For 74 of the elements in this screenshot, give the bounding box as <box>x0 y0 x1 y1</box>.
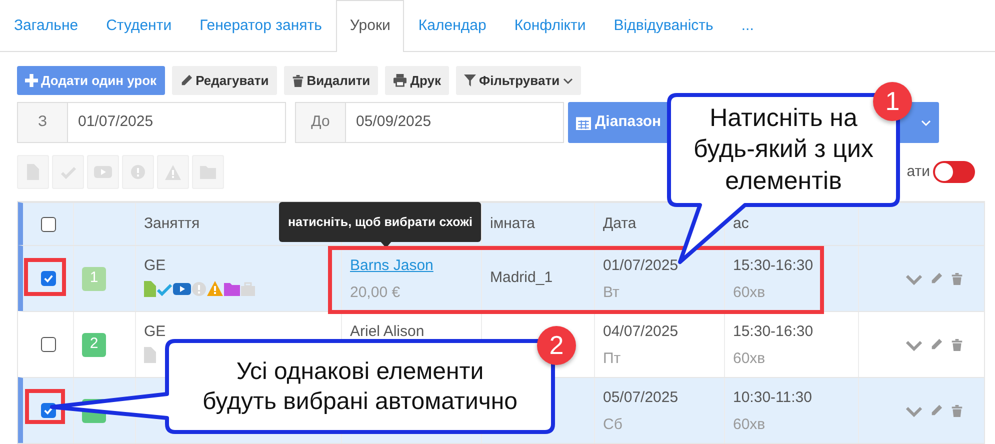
end-date-field[interactable]: До 05/09/2025 <box>295 102 564 143</box>
plus-icon <box>25 74 38 87</box>
number-badge: 2 <box>82 332 106 356</box>
highlight-frame <box>25 389 65 424</box>
lesson-time: 15:30-16:30 <box>733 256 814 276</box>
trash-icon[interactable] <box>951 272 963 286</box>
weekday: Пт <box>603 348 621 368</box>
tab[interactable]: Конфлікти <box>500 0 600 52</box>
start-date-field[interactable]: З 01/07/2025 <box>17 102 286 143</box>
folder-icon <box>200 165 216 179</box>
calendar-icon <box>576 115 591 130</box>
print-button[interactable]: Друк <box>385 66 449 95</box>
column-header: Дата <box>603 214 636 234</box>
duration: 60хв <box>733 414 766 434</box>
trash-icon <box>292 74 304 88</box>
tab[interactable]: Уроки <box>336 0 404 52</box>
play-icon <box>94 165 112 179</box>
field-label: З <box>18 103 68 142</box>
lesson-price: 20,00 € <box>350 282 400 302</box>
room-name: Madrid_1 <box>490 268 553 288</box>
trash-icon[interactable] <box>951 404 963 418</box>
lesson-date: 04/07/2025 <box>603 322 678 342</box>
step-badge: 1 <box>873 82 912 121</box>
lesson-date: 01/07/2025 <box>603 256 678 276</box>
tab[interactable]: Календар <box>404 0 500 52</box>
tooltip: натисніть, щоб вибрати схожі <box>279 202 482 242</box>
tab[interactable]: Загальне <box>0 0 92 52</box>
warning-icon <box>165 164 181 180</box>
toggle-switch[interactable] <box>933 161 975 183</box>
callout-text: Натисніть на будь-який з цих елементів <box>692 103 874 197</box>
printer-icon <box>393 74 408 87</box>
highlight-frame <box>24 258 66 296</box>
callout-text: Усі однакові елементи будуть вибрані автоматично <box>202 356 518 416</box>
trash-icon[interactable] <box>951 338 963 352</box>
checkmark-icon <box>42 273 54 284</box>
pencil-icon[interactable] <box>930 338 943 351</box>
checkbox[interactable] <box>40 337 56 352</box>
number-badge: 1 <box>82 266 106 290</box>
column-header: ас <box>733 214 749 234</box>
column-header: Заняття <box>144 214 200 234</box>
lesson-date: 05/07/2025 <box>603 388 678 408</box>
delete-button[interactable]: Видалити <box>284 66 378 95</box>
field-label: До <box>296 103 346 142</box>
filter-icon <box>464 74 476 87</box>
step-badge: 2 <box>537 326 576 365</box>
edit-button[interactable]: Редагувати <box>172 66 277 95</box>
filter-button[interactable]: Фільтрувати <box>456 66 581 95</box>
tab[interactable]: Генератор занять <box>186 0 336 52</box>
caret-icon <box>921 118 931 128</box>
weekday: Сб <box>603 414 622 434</box>
checkbox[interactable] <box>40 403 56 418</box>
column-header: імната <box>490 214 535 234</box>
caret-icon <box>562 76 573 86</box>
checkbox[interactable] <box>40 271 56 286</box>
duration: 60хв <box>733 282 766 302</box>
pencil-icon[interactable] <box>930 272 943 285</box>
duration: 60хв <box>733 348 766 368</box>
lesson-time: 10:30-11:30 <box>733 388 812 408</box>
tab[interactable]: ... <box>727 0 768 52</box>
lesson-time: 15:30-16:30 <box>733 322 814 342</box>
check-icon <box>60 165 76 179</box>
checkbox[interactable] <box>40 216 56 232</box>
lesson-name: GE <box>144 256 166 276</box>
teacher-name: Ariel Alison <box>350 322 424 342</box>
tooltip-arrow <box>380 241 392 248</box>
info-icon <box>131 165 145 179</box>
tab[interactable]: Студенти <box>92 0 186 52</box>
pencil-icon[interactable] <box>930 404 943 417</box>
lesson-name: GE <box>144 322 166 342</box>
toggle-label: ати <box>906 162 930 182</box>
document-icon <box>27 164 39 180</box>
weekday: Вт <box>603 282 620 302</box>
tab[interactable]: Відвідуваність <box>600 0 728 52</box>
pencil-icon <box>180 74 193 87</box>
